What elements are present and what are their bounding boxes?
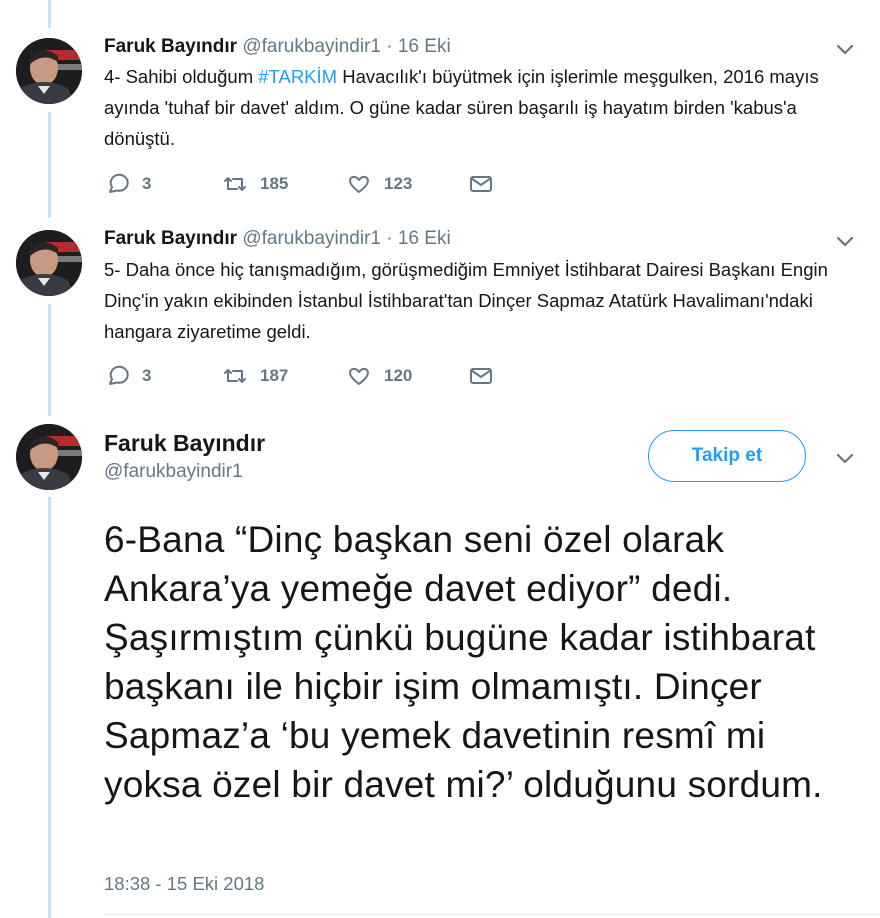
reply-icon (109, 173, 129, 193)
retweet-count: 187 (260, 366, 289, 385)
avatar[interactable] (16, 424, 82, 490)
author-handle[interactable]: @farukbayindir1 (242, 228, 381, 249)
reply-icon (109, 365, 129, 385)
tweet-actions: 3 185 123 (104, 169, 504, 199)
reply-count: 3 (142, 366, 152, 385)
previous-tweet-actions (220, 0, 520, 6)
separator: · (386, 36, 393, 57)
tweet-text: 5- Daha önce hiç tanışmadığım, görüşmedi… (104, 259, 828, 342)
like-icon (349, 175, 369, 193)
message-icon (470, 176, 492, 192)
message-button[interactable] (468, 169, 494, 199)
chevron-down-icon[interactable] (834, 230, 856, 252)
author-handle[interactable]: @farukbayindir1 (104, 461, 243, 483)
avatar[interactable] (16, 38, 82, 104)
reply-button[interactable]: 3 (104, 169, 151, 199)
author-name[interactable]: Faruk Bayındır (104, 36, 237, 57)
tweet-date[interactable]: 16 Eki (398, 36, 451, 57)
reply-count: 3 (142, 174, 152, 193)
retweet-button[interactable]: 185 (222, 169, 288, 199)
divider (104, 914, 880, 915)
thread-line-3 (48, 497, 51, 918)
tweet-text: 4- Sahibi olduğum #TARKİM Havacılık'ı bü… (104, 61, 864, 154)
tweet-header: Faruk Bayındır @farukbayindir1 · 16 Eki (104, 228, 451, 250)
retweet-icon (224, 177, 246, 191)
author-handle[interactable]: @farukbayindir1 (242, 36, 381, 57)
like-icon (349, 367, 369, 385)
author-name[interactable]: Faruk Bayındır (104, 228, 237, 249)
avatar[interactable] (16, 230, 82, 296)
tweet-actions: 3 187 120 (104, 361, 504, 391)
hashtag-link[interactable]: #TARKİM (258, 66, 337, 87)
message-button[interactable] (468, 361, 494, 391)
retweet-count: 185 (260, 174, 289, 193)
thread-line-2 (48, 304, 51, 416)
tweet-text-prefix: 4- Sahibi olduğum (104, 66, 259, 87)
separator: · (386, 228, 393, 249)
author-name[interactable]: Faruk Bayındır (104, 430, 265, 457)
thread-line-top (48, 0, 51, 28)
chevron-down-icon[interactable] (834, 447, 856, 469)
retweet-button[interactable]: 187 (222, 361, 288, 391)
retweet-icon (224, 369, 246, 383)
message-icon (470, 368, 492, 384)
tweet-header: Faruk Bayındır @farukbayindir1 · 16 Eki (104, 36, 451, 58)
thread-line-1 (48, 112, 51, 218)
chevron-down-icon[interactable] (834, 38, 856, 60)
follow-button[interactable]: Takip et (648, 430, 806, 482)
tweet-date[interactable]: 16 Eki (398, 228, 451, 249)
tweet-text: 6-Bana “Dinç başkan seni özel olarak Ank… (104, 519, 823, 805)
like-count: 120 (384, 366, 413, 385)
like-button[interactable]: 120 (346, 361, 412, 391)
reply-button[interactable]: 3 (104, 361, 151, 391)
tweet-timestamp[interactable]: 18:38 - 15 Eki 2018 (104, 873, 264, 895)
like-count: 123 (384, 174, 413, 193)
like-button[interactable]: 123 (346, 169, 412, 199)
